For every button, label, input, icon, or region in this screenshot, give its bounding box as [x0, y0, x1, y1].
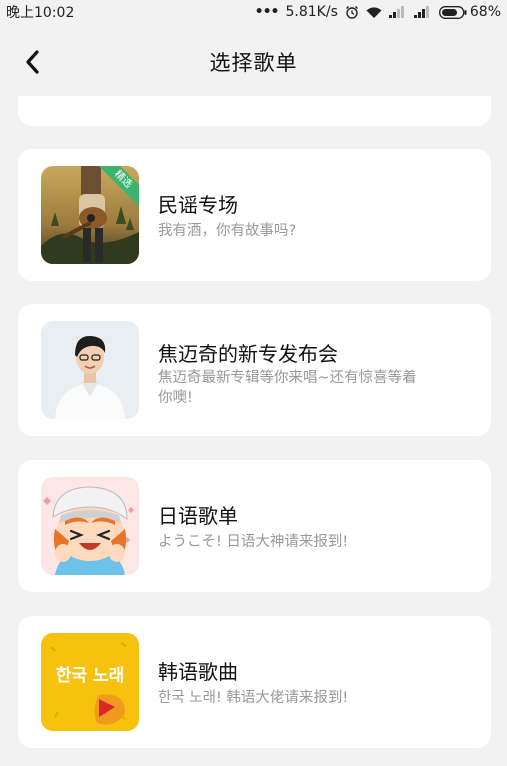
playlist-title: 民谣专场 [158, 193, 238, 217]
playlist-description: ようこそ! 日语大神请来报到! [158, 534, 349, 550]
playlist-description: 我有酒，你有故事吗? [158, 223, 297, 239]
playlist-cover [41, 321, 139, 419]
signal-icon-2 [413, 6, 432, 18]
playlist-cover [41, 477, 139, 575]
playlist-title: 日语歌单 [158, 504, 238, 528]
playlist-list[interactable]: 精选 民谣专场 我有酒，你有故事吗? 焦迈奇的新专发布会 焦迈奇最新专辑等你来唱… [0, 96, 507, 766]
status-bar: 晚上10:02 ••• 5.81K/s 68% [0, 0, 507, 24]
cover-text: 한국 노래 [56, 666, 124, 686]
nav-bar: 选择歌单 [0, 34, 507, 90]
page-title: 选择歌单 [209, 51, 298, 75]
battery-level: 68% [469, 4, 501, 20]
playlist-description: 焦迈奇最新专辑等你来唱~还有惊喜等着你噢! [158, 370, 417, 406]
playlist-cover: 한국 노래 [41, 633, 139, 731]
status-icons: ••• 5.81K/s 68% [255, 4, 501, 20]
playlist-card[interactable]: 한국 노래 韩语歌曲 한국 노래! 韩语大佬请来报到! [18, 616, 491, 748]
signal-icon-1 [388, 6, 407, 18]
status-time: 晚上10:02 [6, 5, 75, 21]
alarm-icon [345, 5, 359, 19]
playlist-card[interactable]: 焦迈奇的新专发布会 焦迈奇最新专辑等你来唱~还有惊喜等着你噢! [18, 304, 491, 436]
playlist-card-partial[interactable] [18, 96, 491, 126]
battery-icon [438, 5, 467, 19]
back-button[interactable] [16, 46, 48, 78]
playlist-title: 焦迈奇的新专发布会 [158, 342, 338, 366]
playlist-title: 韩语歌曲 [158, 660, 238, 684]
chevron-left-icon [26, 50, 39, 74]
playlist-description: 한국 노래! 韩语大佬请来报到! [158, 690, 349, 706]
wifi-icon [366, 6, 382, 19]
playlist-card[interactable]: 精选 民谣专场 我有酒，你有故事吗? [18, 149, 491, 281]
more-dots-icon: ••• [254, 4, 280, 20]
playlist-cover: 精选 [41, 166, 139, 264]
playlist-card[interactable]: 日语歌单 ようこそ! 日语大神请来报到! [18, 460, 491, 592]
network-speed: 5.81K/s [285, 4, 338, 20]
battery: 68% [438, 4, 501, 20]
